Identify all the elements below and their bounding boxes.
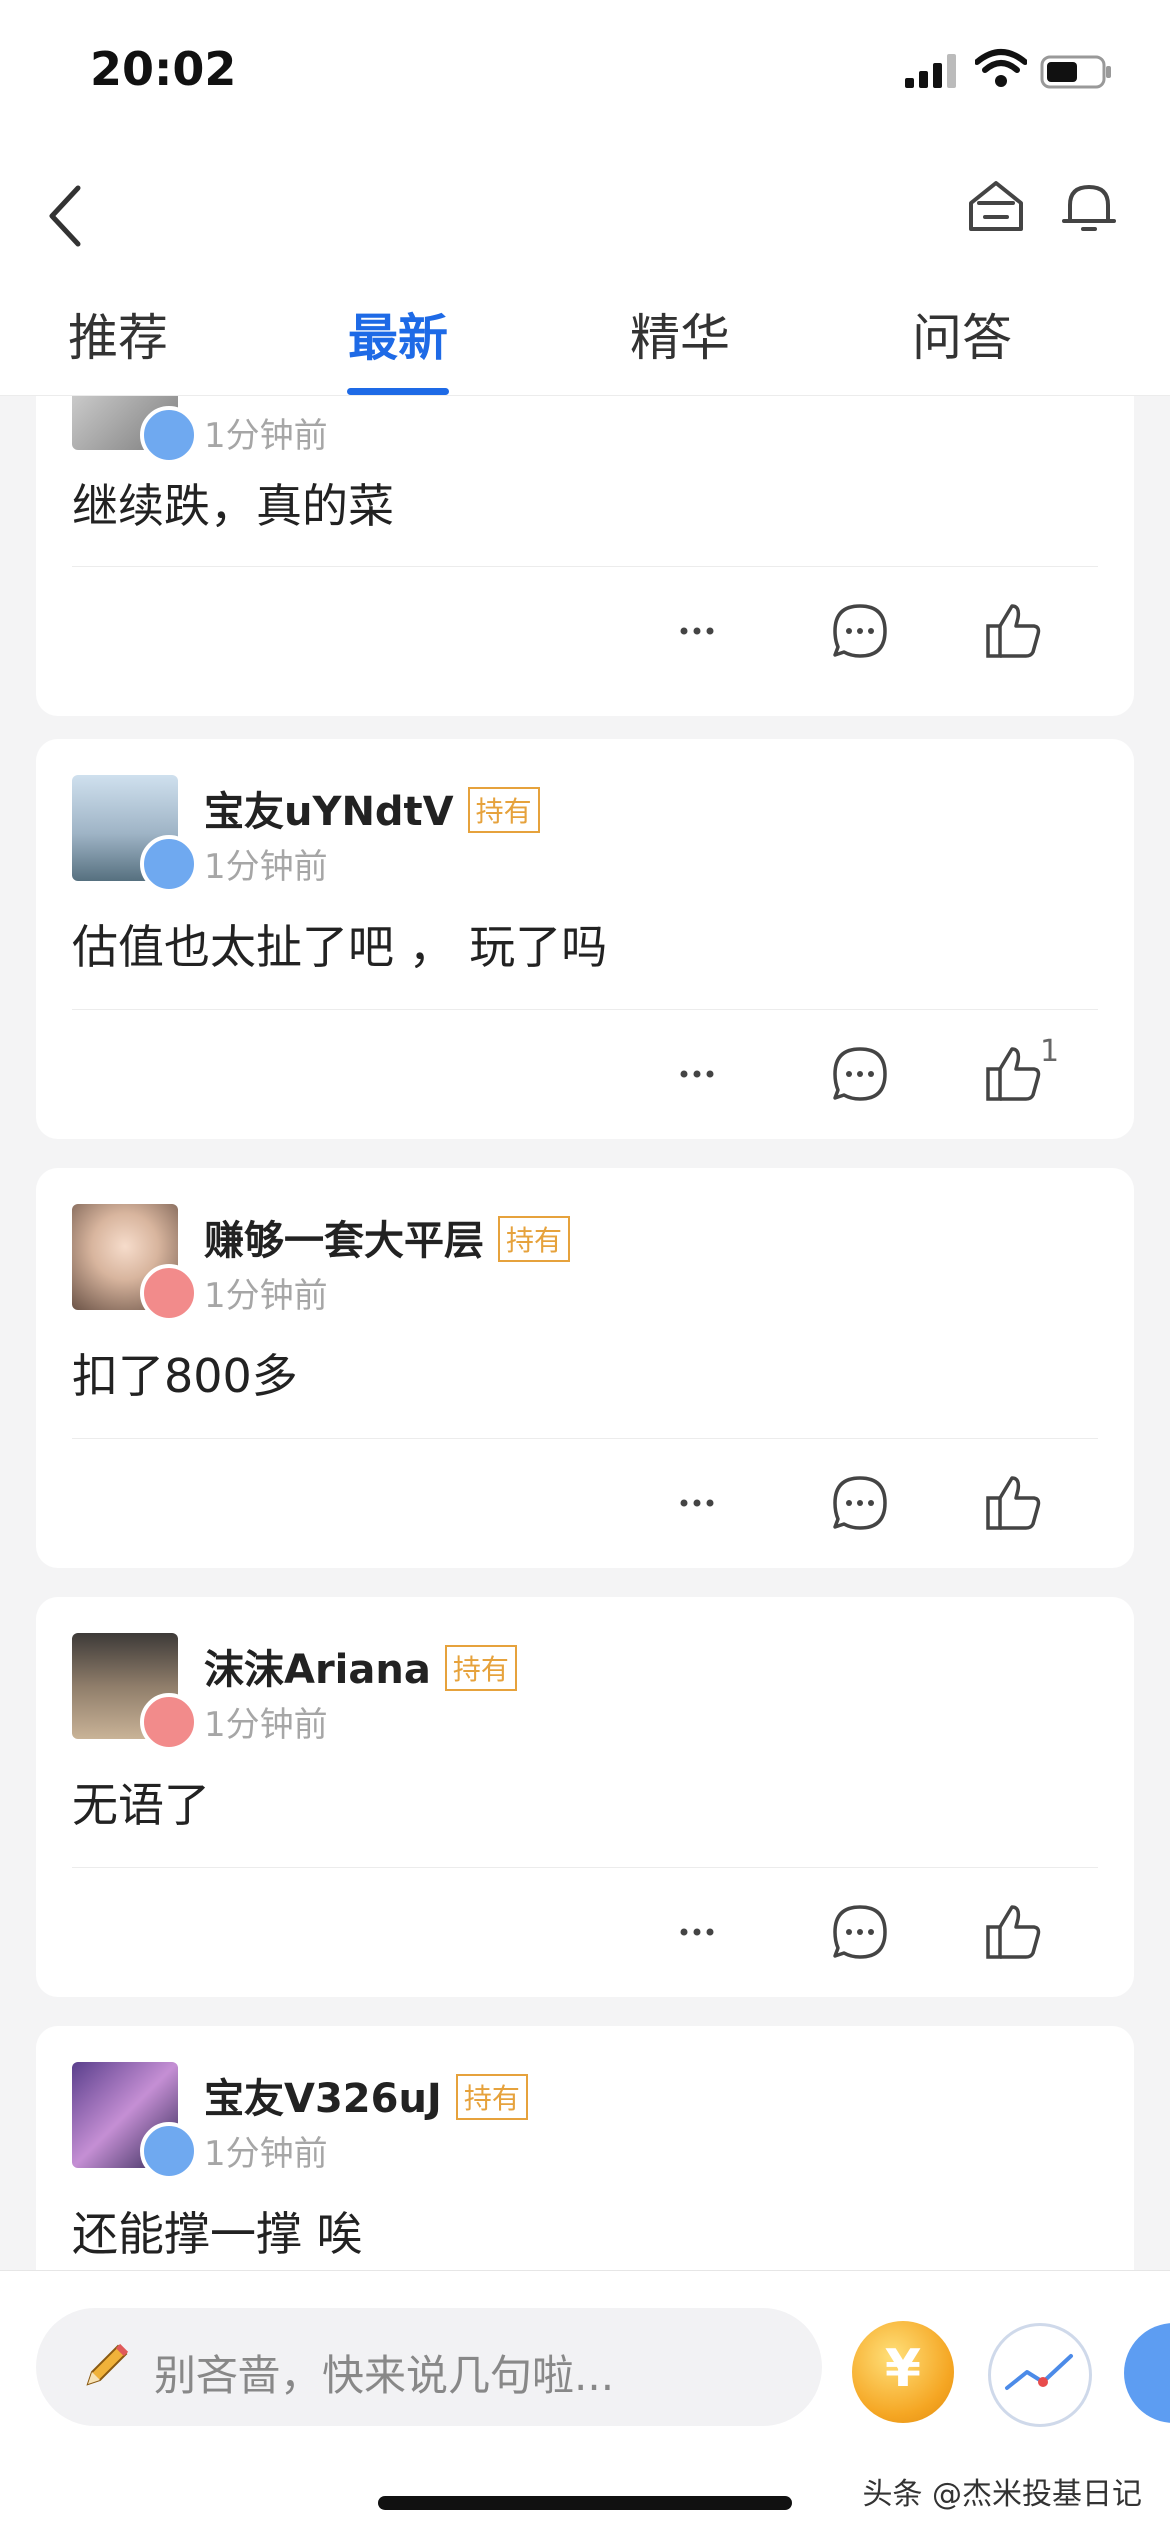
holding-badge: 持有 xyxy=(444,1645,517,1691)
holding-badge: 持有 xyxy=(498,1216,571,1262)
post-card: 宝友uYNdtV 持有 1分钟前 估值也太扯了吧 ， 玩了吗 1 xyxy=(36,739,1134,1139)
pencil-icon xyxy=(86,2343,129,2386)
username[interactable]: 宝友uYNdtV 持有 xyxy=(204,779,540,837)
circle-home-icon[interactable] xyxy=(965,175,1027,237)
post-card: 宝友V326uJ 持有 1分钟前 还能撑一撑 唉 xyxy=(36,2026,1134,2270)
more-icon[interactable] xyxy=(662,1897,732,1967)
back-arrow-icon[interactable] xyxy=(40,180,100,250)
like-icon[interactable] xyxy=(978,1897,1048,1967)
battery-icon xyxy=(1040,55,1111,89)
status-bar: 20:02 xyxy=(0,0,1170,150)
comment-icon[interactable] xyxy=(825,1039,895,1109)
tab-featured[interactable]: 精华 xyxy=(630,298,730,370)
wifi-icon xyxy=(975,49,1027,87)
coin-reward-icon[interactable]: ¥ xyxy=(852,2321,954,2423)
like-icon[interactable] xyxy=(978,596,1048,666)
status-time: 20:02 xyxy=(90,42,237,96)
mood-emoji-icon xyxy=(140,835,198,893)
emoji-icon[interactable] xyxy=(1124,2323,1170,2423)
bottom-bar: 别吝啬，快来说几句啦... ¥ 头条 @杰米投基日记 xyxy=(0,2270,1170,2533)
tab-latest[interactable]: 最新 xyxy=(348,298,448,370)
post-time: 1分钟前 xyxy=(204,1276,328,1316)
cellular-signal-icon xyxy=(905,54,956,88)
comment-icon[interactable] xyxy=(825,1897,895,1967)
divider xyxy=(72,566,1098,567)
more-icon[interactable] xyxy=(662,596,732,666)
comment-icon[interactable] xyxy=(825,1468,895,1538)
comment-input[interactable]: 别吝啬，快来说几句啦... xyxy=(36,2308,822,2426)
like-icon[interactable] xyxy=(978,1468,1048,1538)
post-feed[interactable]: 1分钟前 继续跌，真的菜 宝友uYNdtV 持有 1分钟前 估值也太扯了吧 ， 玩… xyxy=(0,396,1170,2270)
post-content[interactable]: 还能撑一撑 唉 xyxy=(72,2198,363,2264)
username[interactable]: 沫沫Ariana 持有 xyxy=(204,1637,517,1695)
bell-icon[interactable] xyxy=(1058,175,1120,237)
post-content[interactable]: 估值也太扯了吧 ， 玩了吗 xyxy=(72,911,607,977)
post-content[interactable]: 无语了 xyxy=(72,1769,210,1835)
trend-chart-icon[interactable] xyxy=(988,2323,1092,2427)
like-icon[interactable] xyxy=(978,1039,1048,1109)
mood-emoji-icon xyxy=(140,2122,198,2180)
post-card: 赚够一套大平层 持有 1分钟前 扣了800多 xyxy=(36,1168,1134,1568)
comment-icon[interactable] xyxy=(825,596,895,666)
post-content[interactable]: 继续跌，真的菜 xyxy=(72,470,394,536)
active-tab-indicator xyxy=(347,388,449,395)
username[interactable]: 宝友V326uJ 持有 xyxy=(204,2066,528,2124)
more-icon[interactable] xyxy=(662,1039,732,1109)
divider xyxy=(72,1009,1098,1010)
mood-emoji-icon xyxy=(140,1693,198,1751)
header: 推荐 最新 精华 问答 xyxy=(0,150,1170,396)
tab-qa[interactable]: 问答 xyxy=(912,298,1012,370)
holding-badge: 持有 xyxy=(467,787,540,833)
post-card: 1分钟前 继续跌，真的菜 xyxy=(36,396,1134,716)
holding-badge: 持有 xyxy=(455,2074,528,2120)
post-time: 1分钟前 xyxy=(204,416,328,456)
post-time: 1分钟前 xyxy=(204,2134,328,2174)
tab-recommended[interactable]: 推荐 xyxy=(68,298,168,370)
watermark: 头条 @杰米投基日记 xyxy=(862,2477,1142,2512)
post-card: 沫沫Ariana 持有 1分钟前 无语了 xyxy=(36,1597,1134,1997)
like-count: 1 xyxy=(1040,1034,1060,1069)
mood-emoji-icon xyxy=(140,406,198,464)
mood-emoji-icon xyxy=(140,1264,198,1322)
home-indicator[interactable] xyxy=(378,2496,792,2510)
divider xyxy=(72,1438,1098,1439)
divider xyxy=(72,1867,1098,1868)
tab-bar: 推荐 最新 精华 问答 xyxy=(0,298,1170,395)
username[interactable]: 赚够一套大平层 持有 xyxy=(204,1208,571,1266)
post-content[interactable]: 扣了800多 xyxy=(72,1340,298,1406)
comment-placeholder: 别吝啬，快来说几句啦... xyxy=(154,2351,615,2400)
post-time: 1分钟前 xyxy=(204,847,328,887)
more-icon[interactable] xyxy=(662,1468,732,1538)
post-time: 1分钟前 xyxy=(204,1705,328,1745)
